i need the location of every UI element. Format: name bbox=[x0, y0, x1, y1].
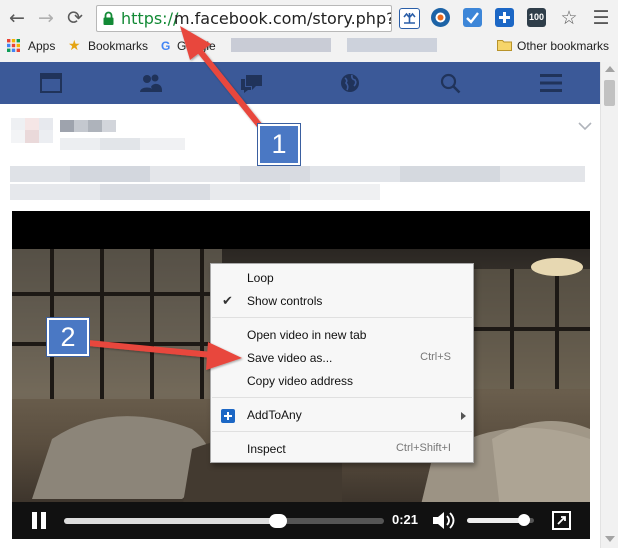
step-2-badge: 2 bbox=[47, 318, 89, 356]
arrow-to-save-video bbox=[85, 340, 242, 370]
annotation-arrows bbox=[85, 26, 267, 370]
step-1-badge: 1 bbox=[258, 124, 300, 165]
arrow-to-address-bar bbox=[180, 26, 267, 134]
